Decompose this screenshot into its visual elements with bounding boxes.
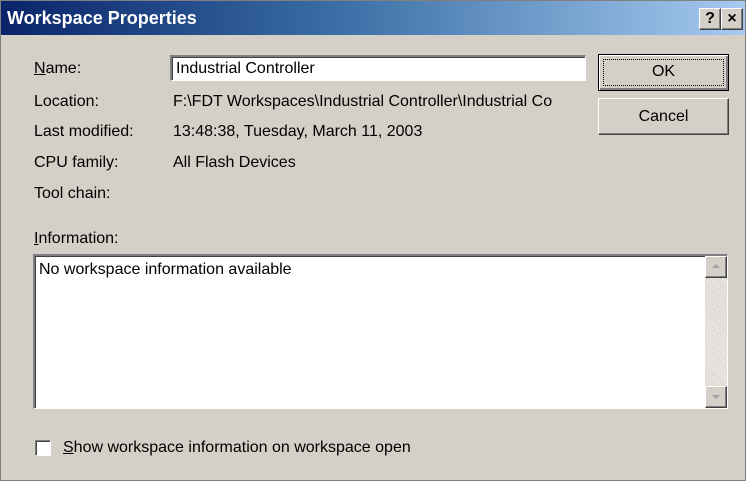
show-info-label-rest: how workspace information on workspace o…: [73, 439, 411, 456]
show-info-checkbox[interactable]: [35, 440, 51, 456]
last-modified-value: 13:48:38, Tuesday, March 11, 2003: [173, 123, 423, 140]
help-button[interactable]: ?: [699, 8, 721, 30]
information-textarea[interactable]: No workspace information available: [33, 254, 728, 409]
name-label-mnemonic: N: [34, 60, 46, 77]
location-value: F:\FDT Workspaces\Industrial Controller\…: [173, 93, 553, 110]
title-bar[interactable]: Workspace Properties ? ×: [1, 1, 745, 35]
ok-button[interactable]: OK: [598, 54, 729, 91]
last-modified-label: Last modified:: [34, 123, 134, 140]
information-text: No workspace information available: [39, 261, 292, 278]
vertical-scrollbar[interactable]: [705, 256, 727, 408]
name-field[interactable]: Industrial Controller: [170, 55, 586, 81]
cpu-family-value: All Flash Devices: [173, 154, 296, 171]
scroll-up-arrow-icon: [712, 264, 720, 268]
cancel-button-label: Cancel: [638, 108, 689, 125]
scroll-down-arrow-icon: [712, 395, 720, 399]
scroll-down-button[interactable]: [705, 386, 727, 408]
location-label: Location:: [34, 93, 99, 110]
show-info-label-mnemonic: S: [63, 439, 74, 456]
information-label-rest: nformation:: [38, 230, 119, 247]
information-label: Information:: [34, 230, 119, 248]
name-label: Name:: [34, 60, 81, 78]
cancel-button[interactable]: Cancel: [598, 98, 729, 135]
close-button[interactable]: ×: [721, 8, 743, 30]
name-label-rest: ame:: [45, 60, 82, 77]
tool-chain-label: Tool chain:: [34, 185, 111, 202]
ok-button-label: OK: [651, 63, 676, 80]
workspace-properties-dialog: Workspace Properties ? × Name: Industria…: [0, 0, 746, 481]
scroll-up-button[interactable]: [705, 256, 727, 278]
show-info-checkbox-label[interactable]: Show workspace information on workspace …: [63, 439, 411, 457]
window-title: Workspace Properties: [7, 8, 197, 28]
cpu-family-label: CPU family:: [34, 154, 119, 171]
